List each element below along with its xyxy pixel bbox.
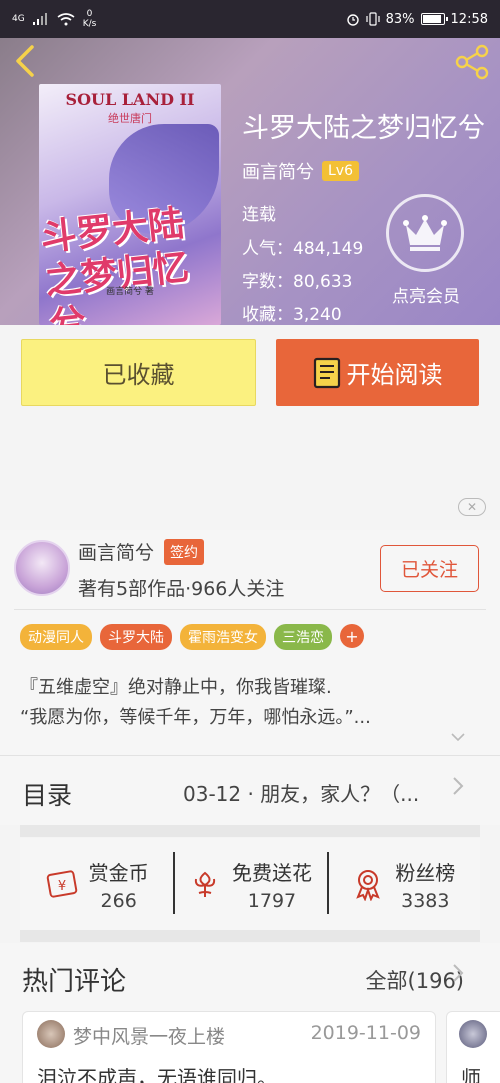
coin-envelope-icon: ¥ <box>46 870 77 898</box>
author-meta: 著有5部作品·966人关注 <box>78 578 285 600</box>
commenter-avatar[interactable] <box>459 1020 487 1048</box>
author-name-row: 画言简兮 签约 <box>78 538 205 565</box>
author-card: 画言简兮 签约 著有5部作品·966人关注 已关注 动漫同人 斗罗大陆 霍雨浩变… <box>0 530 500 755</box>
fan-rank-button[interactable]: 粉丝榜 3383 <box>326 838 480 930</box>
clock: 12:58 <box>450 11 488 27</box>
fan-rank-count: 3383 <box>401 889 450 912</box>
net-speed: 0 K/s <box>82 9 97 29</box>
battery-icon <box>420 13 448 25</box>
book-cover[interactable]: SOUL LAND II 绝世唐门 斗罗大陆之梦归忆兮 画言简兮 著 <box>39 84 221 325</box>
book-status: 连载 <box>242 205 276 225</box>
description-line: “我愿为你，等候千年，万年，哪怕永远。”... <box>20 707 371 728</box>
back-button[interactable] <box>10 44 44 78</box>
svg-text:¥: ¥ <box>58 879 66 894</box>
toc-label: 目录 <box>22 781 73 810</box>
medal-icon <box>356 870 381 901</box>
level-badge: Lv6 <box>322 161 359 181</box>
vibrate-icon <box>366 12 380 26</box>
book-title: 斗罗大陆之梦归忆兮 <box>242 113 485 144</box>
close-icon[interactable]: ✕ <box>458 498 486 516</box>
comment-card[interactable]: 师 <box>446 1011 500 1083</box>
send-flower-button[interactable]: 免费送花 1797 <box>173 838 326 930</box>
send-flower-label: 免费送花 <box>231 860 312 885</box>
tag-item[interactable]: 三浩恋 <box>274 624 332 650</box>
author-name[interactable]: 画言简兮 <box>78 538 154 565</box>
expand-icon[interactable] <box>450 730 466 746</box>
description-line: 『五维虚空』绝对静止中，你我皆璀璨. <box>20 677 332 698</box>
book-word-count: 字数：80,633 <box>242 272 353 292</box>
book-favorites: 收藏：3,240 <box>242 305 342 325</box>
status-bar: 4G 0 K/s 83% 12:58 <box>0 0 500 38</box>
collected-button[interactable]: 已收藏 <box>21 339 256 406</box>
hot-comments-section: 热门评论 全部(196) 梦中风景一夜上楼 2019-11-09 泪泣不成声，无… <box>0 943 500 1083</box>
start-reading-button[interactable]: 开始阅读 <box>276 339 479 406</box>
action-bar: ¥ 赏金币 266 免费送花 1797 粉丝榜 3383 <box>20 838 480 930</box>
vip-label[interactable]: 点亮会员 <box>376 282 476 307</box>
book-icon <box>313 357 340 388</box>
cover-author: 画言简兮 著 <box>106 287 154 297</box>
send-flower-count: 1797 <box>247 889 297 912</box>
book-description[interactable]: 『五维虚空』绝对静止中，你我皆璀璨. “我愿为你，等候千年，万年，哪怕永远。”.… <box>20 673 480 733</box>
book-popularity: 人气：484,149 <box>242 239 364 259</box>
comment-text: 师 <box>461 1066 481 1083</box>
start-reading-label: 开始阅读 <box>346 361 443 389</box>
tag-item[interactable]: 霍雨浩变女 <box>180 624 266 650</box>
battery-percent: 83% <box>385 11 415 27</box>
back-arrow-icon <box>16 45 34 77</box>
alarm-icon <box>346 14 359 26</box>
tag-item[interactable]: 斗罗大陆 <box>100 624 172 650</box>
book-author-row: 画言简兮 Lv6 <box>242 158 359 184</box>
network-label: 4G <box>12 14 25 24</box>
comment-text: 泪泣不成声，无语谁同归。 <box>37 1066 277 1083</box>
share-icon <box>455 44 489 80</box>
section-gap <box>20 825 480 837</box>
commenter-name[interactable]: 梦中风景一夜上楼 <box>73 1022 225 1049</box>
signal-icon <box>32 13 47 25</box>
cover-sub-title: 绝世唐门 <box>108 112 152 125</box>
add-tag-button[interactable]: + <box>340 624 364 648</box>
book-author[interactable]: 画言简兮 <box>242 158 314 184</box>
chevron-right-icon[interactable] <box>452 963 464 989</box>
fan-rank-label: 粉丝榜 <box>395 860 456 885</box>
reward-coins-label: 赏金币 <box>88 860 149 885</box>
vip-button[interactable] <box>386 194 464 272</box>
reward-coins-count: 266 <box>100 889 137 912</box>
signed-badge: 签约 <box>164 538 205 565</box>
toc-row[interactable]: 目录 03-12 · 朋友，家人？（... <box>0 755 500 825</box>
crown-icon <box>403 215 447 251</box>
flower-icon <box>194 871 216 897</box>
reward-coins-button[interactable]: ¥ 赏金币 266 <box>20 838 173 930</box>
author-avatar[interactable] <box>14 540 70 596</box>
tag-item[interactable]: 动漫同人 <box>20 624 92 650</box>
book-header: SOUL LAND II 绝世唐门 斗罗大陆之梦归忆兮 画言简兮 著 斗罗大陆之… <box>0 38 500 325</box>
comment-date: 2019-11-09 <box>310 1022 421 1044</box>
all-comments-link[interactable]: 全部(196) <box>366 965 464 995</box>
commenter-avatar[interactable] <box>37 1020 65 1048</box>
chevron-right-icon <box>452 776 464 802</box>
divider <box>14 609 486 610</box>
wifi-icon <box>57 12 75 25</box>
follow-button[interactable]: 已关注 <box>380 545 479 592</box>
section-gap <box>20 930 480 942</box>
comment-card[interactable]: 梦中风景一夜上楼 2019-11-09 泪泣不成声，无语谁同归。 <box>22 1011 436 1083</box>
latest-chapter: 03-12 · 朋友，家人？（... <box>183 782 420 806</box>
share-button[interactable] <box>454 44 490 80</box>
hot-comments-title: 热门评论 <box>22 967 127 997</box>
cover-title-art: 斗罗大陆之梦归忆兮 <box>39 203 191 325</box>
cover-en-title: SOUL LAND II <box>65 90 195 109</box>
tag-list: 动漫同人 斗罗大陆 霍雨浩变女 三浩恋 + <box>20 624 364 650</box>
